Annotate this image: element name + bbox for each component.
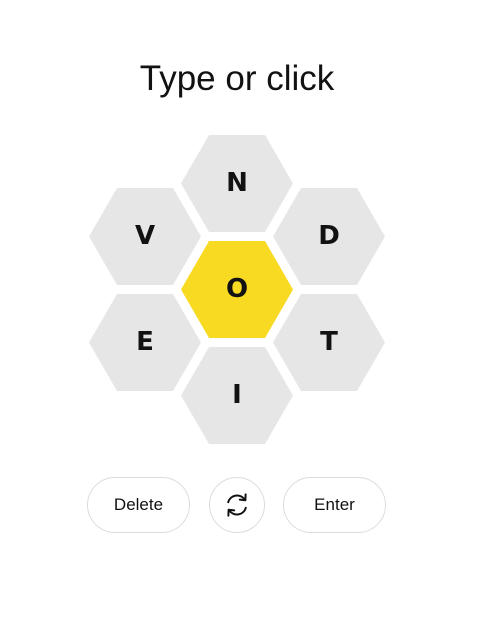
shuffle-button[interactable] bbox=[209, 477, 265, 533]
delete-button[interactable]: Delete bbox=[87, 477, 190, 533]
letter-hive: N V D O E T I bbox=[0, 0, 483, 460]
shuffle-icon bbox=[227, 493, 247, 517]
hive-cell-bottom[interactable]: I bbox=[181, 347, 293, 444]
enter-button[interactable]: Enter bbox=[283, 477, 386, 533]
hive-letter-bottom: I bbox=[232, 380, 242, 410]
